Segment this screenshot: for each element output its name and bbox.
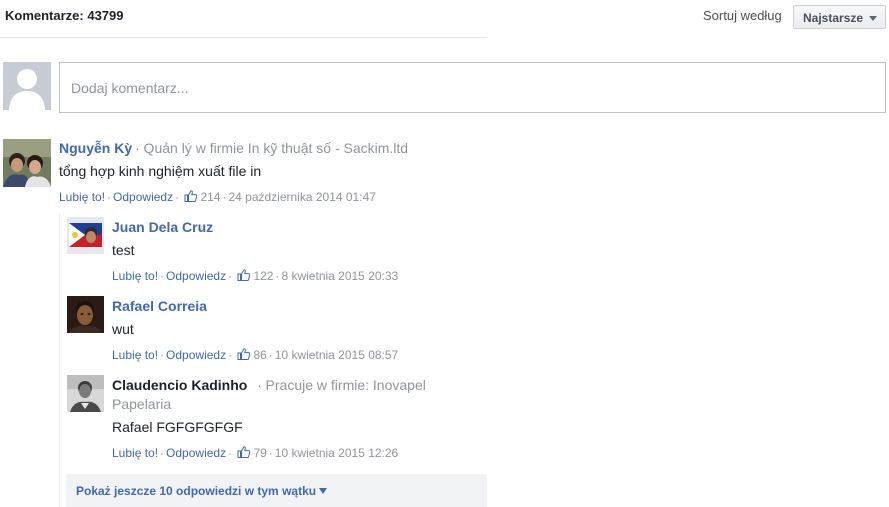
reply-timestamp[interactable]: 10 kwietnia 2015 08:57 bbox=[275, 348, 398, 362]
author-byline: · Quản lý w firmie In kỹ thuật số - Sack… bbox=[135, 140, 409, 156]
reply-actions: Lubię to! · Odpowiedz · 86 · 10 kwietnia 2015… bbox=[112, 348, 399, 362]
thumbs-up-icon bbox=[237, 446, 251, 458]
current-user-avatar bbox=[3, 62, 51, 110]
reply-timestamp[interactable]: 8 kwietnia 2015 20:33 bbox=[281, 269, 398, 283]
comment-actions: Lubię to! · Odpowiedz · 214 · 24 października… bbox=[59, 190, 376, 204]
caret-down-icon bbox=[319, 488, 328, 494]
thumbs-up-icon bbox=[237, 348, 251, 360]
like-count: 79 bbox=[253, 446, 267, 460]
reply-timestamp[interactable]: 10 kwietnia 2015 12:26 bbox=[275, 446, 398, 460]
like-link[interactable]: Lubię to! bbox=[112, 348, 158, 362]
like-count: 122 bbox=[253, 269, 274, 283]
avatar[interactable] bbox=[67, 375, 104, 412]
header-divider bbox=[0, 37, 487, 38]
avatar[interactable] bbox=[67, 217, 104, 254]
reply-text: test bbox=[112, 242, 135, 258]
comment-input[interactable] bbox=[59, 62, 886, 113]
sort-label: Sortuj według bbox=[703, 8, 782, 23]
author-byline: · Pracuje w firmie: Inovapel bbox=[257, 377, 426, 393]
reply-link[interactable]: Odpowiedz bbox=[166, 348, 226, 362]
like-link[interactable]: Lubię to! bbox=[59, 190, 105, 204]
default-avatar-icon bbox=[3, 62, 51, 110]
avatar[interactable] bbox=[67, 296, 104, 333]
like-link[interactable]: Lubię to! bbox=[112, 446, 158, 460]
show-more-replies-button[interactable]: Pokaż jeszcze 10 odpowiedzi w tym wątku bbox=[66, 474, 487, 507]
reply-thread-line bbox=[59, 213, 60, 507]
sort-value: Najstarsze bbox=[803, 11, 864, 25]
reply-author[interactable]: Claudencio Kadinho bbox=[112, 377, 247, 393]
show-more-replies-label: Pokaż jeszcze 10 odpowiedzi w tym wątku bbox=[76, 484, 317, 498]
reply-link[interactable]: Odpowiedz bbox=[166, 269, 226, 283]
comment-author[interactable]: Nguyễn Kỳ bbox=[59, 140, 132, 156]
sort-dropdown[interactable]: Najstarsze bbox=[793, 5, 886, 29]
like-count: 86 bbox=[253, 348, 267, 362]
reply-author[interactable]: Juan Dela Cruz bbox=[112, 219, 213, 235]
thumbs-up-icon bbox=[237, 269, 251, 281]
author-byline-continued: Papelaria bbox=[112, 396, 172, 412]
reply-text: Rafael FGFGFGFGF bbox=[112, 419, 243, 435]
comment-count: Komentarze: 43799 bbox=[5, 8, 124, 23]
reply-author[interactable]: Rafael Correia bbox=[112, 298, 207, 314]
like-link[interactable]: Lubię to! bbox=[112, 269, 158, 283]
reply-link[interactable]: Odpowiedz bbox=[113, 190, 173, 204]
reply-actions: Lubię to! · Odpowiedz · 122 · 8 kwietnia 2015… bbox=[112, 269, 399, 283]
chevron-down-icon bbox=[869, 16, 877, 21]
comment-timestamp[interactable]: 24 października 2014 01:47 bbox=[228, 190, 375, 204]
avatar[interactable] bbox=[3, 139, 51, 187]
reply-actions: Lubię to! · Odpowiedz · 79 · 10 kwietnia 2015… bbox=[112, 446, 399, 460]
thumbs-up-icon bbox=[184, 190, 198, 202]
reply-link[interactable]: Odpowiedz bbox=[166, 446, 226, 460]
comment-text: tổng hợp kinh nghiệm xuất file in bbox=[59, 163, 262, 179]
comments-header: Komentarze: 43799 Sortuj według Najstars… bbox=[0, 0, 889, 38]
like-count: 214 bbox=[200, 190, 221, 204]
reply-text: wut bbox=[112, 321, 134, 337]
